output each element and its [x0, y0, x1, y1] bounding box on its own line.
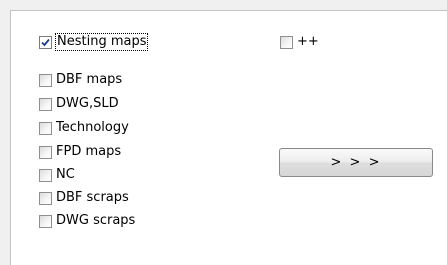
plus-plus-label: ++ — [297, 34, 319, 49]
dbf-scraps-checkbox[interactable] — [39, 191, 52, 205]
nesting-maps-label: Nesting maps — [54, 33, 149, 51]
dwg-scraps-label: DWG scraps — [56, 213, 136, 228]
dwg-sld-label: DWG,SLD — [56, 96, 119, 111]
technology-label: Technology — [56, 120, 129, 135]
dwg-scraps-checkbox-row[interactable]: DWG scraps — [39, 211, 135, 231]
next-button[interactable]: > > > — [279, 148, 433, 177]
dbf-scraps-label: DBF scraps — [56, 190, 129, 205]
dwg-scraps-checkbox[interactable] — [39, 214, 52, 228]
dbf-scraps-checkbox-row[interactable]: DBF scraps — [39, 188, 129, 208]
fpd-maps-checkbox-row[interactable]: FPD maps — [39, 142, 121, 162]
nc-checkbox[interactable] — [39, 168, 52, 182]
technology-checkbox[interactable] — [39, 121, 52, 135]
nc-checkbox-row[interactable]: NC — [39, 165, 75, 185]
nesting-maps-checkbox[interactable] — [39, 35, 52, 49]
dbf-maps-label: DBF maps — [56, 72, 123, 87]
dbf-maps-checkbox[interactable] — [39, 73, 52, 87]
dbf-maps-checkbox-row[interactable]: DBF maps — [39, 70, 122, 90]
fpd-maps-label: FPD maps — [56, 144, 122, 159]
plus-plus-checkbox[interactable] — [280, 35, 293, 49]
dwg-sld-checkbox-row[interactable]: DWG,SLD — [39, 94, 119, 114]
nc-label: NC — [56, 167, 75, 182]
dwg-sld-checkbox[interactable] — [39, 97, 52, 111]
nesting-maps-checkbox-row[interactable]: Nesting maps — [39, 32, 149, 52]
plus-plus-checkbox-row[interactable]: ++ — [280, 32, 319, 52]
check-mark-icon — [41, 38, 50, 46]
next-button-label: > > > — [330, 155, 382, 170]
technology-checkbox-row[interactable]: Technology — [39, 118, 129, 138]
fpd-maps-checkbox[interactable] — [39, 145, 52, 159]
